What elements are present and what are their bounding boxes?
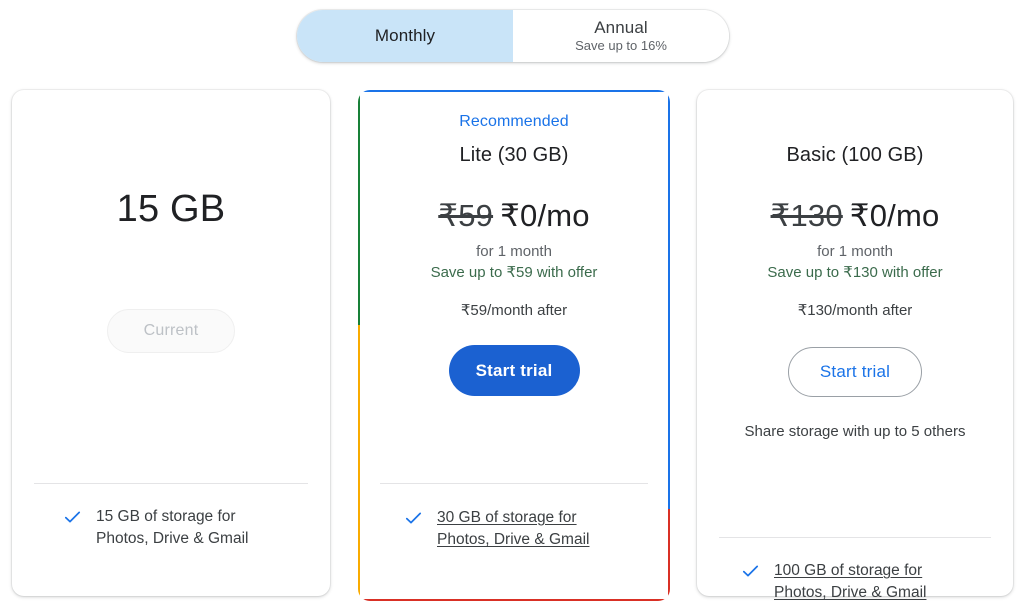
plan-price-savings: Save up to ₹59 with offer bbox=[430, 264, 598, 281]
card-divider bbox=[380, 483, 648, 484]
plan-feature-row: 100 GB of storage for Photos, Drive & Gm… bbox=[697, 560, 1013, 604]
plan-cta-wrapper: Start trial bbox=[697, 319, 1013, 397]
plan-feature-line1: 30 GB of storage for bbox=[437, 509, 577, 526]
card-divider bbox=[719, 537, 991, 538]
plan-card-free: 15 GB Current 15 GB of storage for Photo… bbox=[12, 90, 330, 596]
plan-feature-link[interactable]: 30 GB of storage for Photos, Drive & Gma… bbox=[437, 507, 589, 551]
plan-price-current: ₹0/mo bbox=[849, 198, 940, 233]
plan-feature-line1: 15 GB of storage for bbox=[96, 508, 236, 525]
plan-cta-wrapper: Start trial bbox=[360, 319, 668, 396]
toggle-option-annual-label: Annual bbox=[594, 17, 648, 37]
toggle-option-monthly[interactable]: Monthly bbox=[297, 10, 513, 62]
plan-feature-line2: Photos, Drive & Gmail bbox=[774, 584, 927, 601]
plan-feature-row: 30 GB of storage for Photos, Drive & Gma… bbox=[360, 507, 668, 551]
start-trial-button[interactable]: Start trial bbox=[788, 347, 922, 397]
pricing-page: Monthly Annual Save up to 16% 15 GB Curr… bbox=[0, 0, 1024, 614]
toggle-option-annual[interactable]: Annual Save up to 16% bbox=[513, 10, 729, 62]
current-plan-button: Current bbox=[107, 309, 235, 353]
plan-price-current: ₹0/mo bbox=[500, 198, 590, 233]
plan-feature-link[interactable]: 100 GB of storage for Photos, Drive & Gm… bbox=[774, 560, 926, 604]
plan-price-original: ₹59 bbox=[438, 198, 494, 233]
plan-size-headline: 15 GB bbox=[116, 188, 226, 230]
plan-share-note: Share storage with up to 5 others bbox=[744, 423, 966, 440]
toggle-option-annual-sublabel: Save up to 16% bbox=[575, 38, 667, 54]
plan-card-basic: Basic (100 GB) ₹130 ₹0/mo for 1 month Sav… bbox=[697, 90, 1013, 601]
plan-feature-text: 15 GB of storage for Photos, Drive & Gma… bbox=[96, 506, 248, 550]
start-trial-button[interactable]: Start trial bbox=[448, 345, 580, 396]
card-divider bbox=[34, 483, 308, 484]
recommended-badge: Recommended bbox=[459, 113, 569, 130]
plan-price-row: ₹130 ₹0/mo bbox=[697, 198, 1013, 234]
billing-period-toggle[interactable]: Monthly Annual Save up to 16% bbox=[297, 10, 729, 62]
check-icon bbox=[405, 510, 422, 527]
plan-price-row: ₹59 ₹0/mo bbox=[360, 198, 668, 234]
plan-price-after: ₹130/month after bbox=[797, 302, 913, 319]
plan-title: Lite (30 GB) bbox=[459, 144, 569, 166]
check-icon bbox=[742, 563, 759, 580]
plan-price-savings: Save up to ₹130 with offer bbox=[767, 264, 943, 281]
plan-price-original: ₹130 bbox=[770, 198, 843, 233]
toggle-option-monthly-label: Monthly bbox=[374, 26, 436, 46]
plan-feature-line2: Photos, Drive & Gmail bbox=[437, 531, 590, 548]
plan-card-lite: Recommended Lite (30 GB) ₹59 ₹0/mo for 1 … bbox=[358, 90, 670, 601]
plan-price-term: for 1 month bbox=[476, 243, 552, 260]
plan-feature-line1: 100 GB of storage for bbox=[774, 562, 923, 579]
plan-feature-row: 15 GB of storage for Photos, Drive & Gma… bbox=[12, 506, 330, 550]
plan-price-after: ₹59/month after bbox=[460, 302, 568, 319]
plan-title: Basic (100 GB) bbox=[786, 144, 924, 166]
plan-feature-line2: Photos, Drive & Gmail bbox=[96, 530, 249, 547]
check-icon bbox=[64, 509, 81, 526]
plan-price-term: for 1 month bbox=[817, 243, 893, 260]
